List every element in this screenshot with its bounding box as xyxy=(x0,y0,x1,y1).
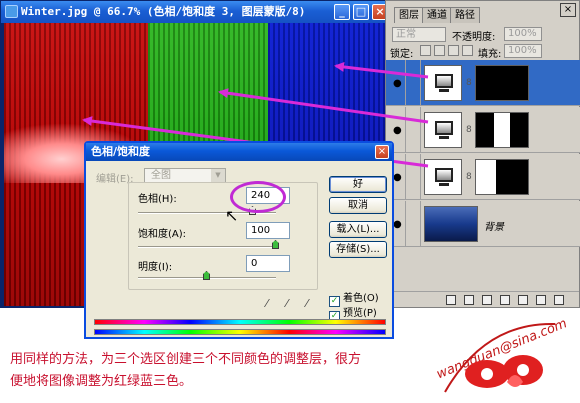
edit-select-value: 全图 xyxy=(151,170,171,181)
save-button[interactable]: 存储(S)... xyxy=(329,241,387,258)
layer-link-cell[interactable] xyxy=(407,154,421,200)
new-adjustment-icon[interactable] xyxy=(500,295,510,305)
tab-layers[interactable]: 图层 xyxy=(394,7,424,23)
chain-icon[interactable]: 8 xyxy=(466,125,472,135)
saturation-input[interactable]: 100 xyxy=(246,222,290,239)
caption-line-2: 便地将图像调整为红绿蓝三色。 xyxy=(10,374,193,389)
lightness-input[interactable]: 0 xyxy=(246,255,290,272)
link-layers-icon[interactable] xyxy=(446,295,456,305)
layers-panel-footer xyxy=(386,291,579,307)
layer-row[interactable]: ● 8 xyxy=(386,107,580,153)
blend-mode-select[interactable]: 正常 xyxy=(392,27,446,42)
tab-channels[interactable]: 通道 xyxy=(422,7,452,23)
eye-icon: ● xyxy=(393,172,402,183)
preview-label: 预览(P) xyxy=(343,308,377,319)
background-thumbnail xyxy=(424,206,478,242)
layers-panel: 图层 通道 路径 × 正常 不透明度: 100% 锁定: 填充: 100% ● … xyxy=(385,0,580,308)
eye-icon: ● xyxy=(393,78,402,89)
eyedropper-icon[interactable]: ⁄ xyxy=(266,297,268,310)
layer-link-cell[interactable] xyxy=(407,107,421,153)
lightness-label: 明度(I): xyxy=(138,262,173,273)
adjustment-layer-icon xyxy=(424,65,462,101)
adjustment-layer-icon xyxy=(424,159,462,195)
eyedropper-plus-icon[interactable]: ⁄ xyxy=(286,297,288,310)
saturation-label: 饱和度(A): xyxy=(138,229,187,240)
layer-name: 背景 xyxy=(484,222,504,233)
result-color-bar xyxy=(94,329,386,335)
watermark-logo: wangduan@sina.com xyxy=(434,316,569,393)
lock-all-icon[interactable] xyxy=(462,45,473,56)
document-title: Winter.jpg @ 66.7% (色相/饱和度 3, 图层蒙版/8) xyxy=(21,5,306,18)
layer-mask-thumbnail[interactable] xyxy=(475,159,529,195)
opacity-label: 不透明度: xyxy=(452,32,496,43)
pointer-cursor-icon: ↖ xyxy=(225,206,239,225)
caption-text: 用同样的方法，为三个选区创建三个不同颜色的调整层，很方 便地将图像调整为红绿蓝三… xyxy=(10,349,400,393)
hue-label: 色相(H): xyxy=(138,194,177,205)
opacity-field[interactable]: 100% xyxy=(504,27,542,41)
new-layer-icon[interactable] xyxy=(536,295,546,305)
ok-button[interactable]: 好 xyxy=(329,176,387,193)
panel-close-button[interactable]: × xyxy=(560,3,576,17)
adjustment-layer-icon xyxy=(424,112,462,148)
caption-line-1: 用同样的方法，为三个选区创建三个不同颜色的调整层，很方 xyxy=(10,352,362,367)
fill-field[interactable]: 100% xyxy=(504,44,542,58)
eyedropper-minus-icon[interactable]: ⁄ xyxy=(306,297,308,310)
layer-link-cell[interactable] xyxy=(407,201,421,247)
chain-icon[interactable]: 8 xyxy=(466,172,472,182)
dialog-title[interactable]: 色相/饱和度 xyxy=(86,143,392,161)
photoshop-doc-icon xyxy=(5,5,18,18)
maximize-button[interactable]: □ xyxy=(353,4,369,20)
layer-link-cell[interactable] xyxy=(407,60,421,106)
eye-icon: ● xyxy=(393,219,402,230)
new-group-icon[interactable] xyxy=(518,295,528,305)
lock-label: 锁定: xyxy=(390,49,414,60)
layer-row[interactable]: ● 8 xyxy=(386,154,580,200)
fill-label: 填充: xyxy=(478,49,502,60)
hue-saturation-dialog: 色相/饱和度 × 编辑(E): 全图 ▼ 色相(H): 240 饱和度(A): … xyxy=(84,141,394,339)
layer-style-icon[interactable] xyxy=(464,295,474,305)
colorize-label: 着色(O) xyxy=(343,293,379,304)
layer-mask-thumbnail[interactable] xyxy=(475,65,529,101)
layer-row-background[interactable]: ● 背景 xyxy=(386,201,580,247)
chain-icon[interactable]: 8 xyxy=(466,78,472,88)
trash-icon[interactable] xyxy=(554,295,564,305)
cancel-button[interactable]: 取消 xyxy=(329,197,387,214)
lock-move-icon[interactable] xyxy=(448,45,459,56)
chevron-down-icon: ▼ xyxy=(211,169,225,182)
layer-mask-thumbnail[interactable] xyxy=(475,112,529,148)
source-color-bar xyxy=(94,319,386,325)
tab-paths[interactable]: 路径 xyxy=(450,7,480,23)
layer-row[interactable]: ● 8 xyxy=(386,60,580,106)
saturation-slider-track[interactable] xyxy=(138,246,276,248)
dialog-close-button[interactable]: × xyxy=(375,145,389,159)
edit-select[interactable]: 全图 ▼ xyxy=(144,168,226,183)
visibility-toggle[interactable]: ● xyxy=(390,60,406,106)
load-button[interactable]: 载入(L)... xyxy=(329,221,387,238)
minimize-button[interactable]: _ xyxy=(334,4,350,20)
add-mask-icon[interactable] xyxy=(482,295,492,305)
lock-transparent-icon[interactable] xyxy=(420,45,431,56)
eye-icon: ● xyxy=(393,125,402,136)
lock-brush-icon[interactable] xyxy=(434,45,445,56)
